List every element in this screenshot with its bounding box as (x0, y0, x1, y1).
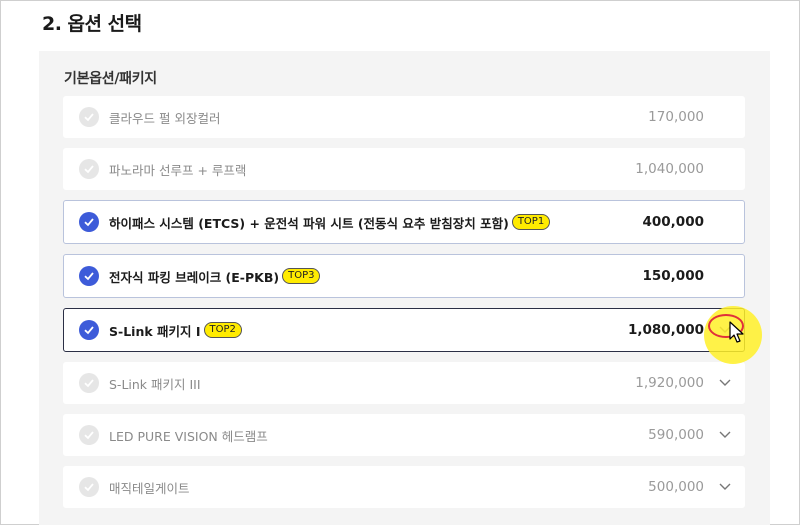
option-item-slink-package-1[interactable]: S-Link 패키지 I TOP2 1,080,000 (63, 308, 745, 352)
option-label: S-Link 패키지 I TOP2 (109, 321, 242, 340)
check-icon[interactable] (79, 266, 99, 286)
option-label: S-Link 패키지 III (109, 376, 201, 392)
option-price: 170,000 (648, 109, 704, 125)
option-label: LED PURE VISION 헤드램프 (109, 428, 268, 444)
option-label: 클라우드 펄 외장컬러 (109, 110, 221, 126)
option-item-e-pkb[interactable]: 전자식 파킹 브레이크 (E-PKB) TOP3 150,000 (63, 254, 745, 298)
chevron-down-icon[interactable] (718, 427, 732, 441)
panel-title: 기본옵션/패키지 (64, 71, 157, 87)
check-icon[interactable] (79, 425, 99, 445)
option-price: 1,040,000 (635, 161, 704, 177)
mouse-pointer-icon (729, 321, 744, 343)
check-icon[interactable] (79, 320, 99, 340)
option-price: 500,000 (648, 479, 704, 495)
check-icon[interactable] (79, 159, 99, 179)
section-title: 2. 옵션 선택 (42, 13, 142, 35)
option-item-cloud-pearl[interactable]: 클라우드 펄 외장컬러 170,000 (63, 96, 745, 138)
option-label: 매직테일게이트 (109, 480, 190, 496)
option-price: 590,000 (648, 427, 704, 443)
top-badge: TOP2 (203, 322, 242, 338)
check-icon[interactable] (79, 477, 99, 497)
option-item-hipass-power-seat[interactable]: 하이패스 시스템 (ETCS) + 운전석 파워 시트 (전동식 요추 받침장치… (63, 200, 745, 244)
chevron-down-icon[interactable] (718, 479, 732, 493)
option-label: 하이패스 시스템 (ETCS) + 운전석 파워 시트 (전동식 요추 받침장치… (109, 213, 551, 232)
check-icon[interactable] (79, 107, 99, 127)
check-icon[interactable] (79, 212, 99, 232)
option-item-slink-package-3[interactable]: S-Link 패키지 III 1,920,000 (63, 362, 745, 404)
option-label: 전자식 파킹 브레이크 (E-PKB) TOP3 (109, 267, 321, 286)
chevron-down-icon[interactable] (718, 375, 732, 389)
option-item-panorama-sunroof[interactable]: 파노라마 선루프 + 루프랙 1,040,000 (63, 148, 745, 190)
check-icon[interactable] (79, 373, 99, 393)
option-price: 150,000 (642, 268, 705, 284)
top-badge: TOP1 (511, 214, 551, 230)
option-item-led-headlamp[interactable]: LED PURE VISION 헤드램프 590,000 (63, 414, 745, 456)
option-price: 1,920,000 (635, 375, 704, 391)
options-panel: 기본옵션/패키지 클라우드 펄 외장컬러 170,000 파노라마 선루프 + … (39, 51, 770, 525)
option-price: 400,000 (642, 214, 705, 230)
option-price: 1,080,000 (627, 322, 704, 338)
option-item-magic-tailgate[interactable]: 매직테일게이트 500,000 (63, 466, 745, 508)
option-label: 파노라마 선루프 + 루프랙 (109, 162, 247, 178)
top-badge: TOP3 (282, 268, 321, 284)
option-list: 클라우드 펄 외장컬러 170,000 파노라마 선루프 + 루프랙 1,040… (63, 96, 745, 518)
